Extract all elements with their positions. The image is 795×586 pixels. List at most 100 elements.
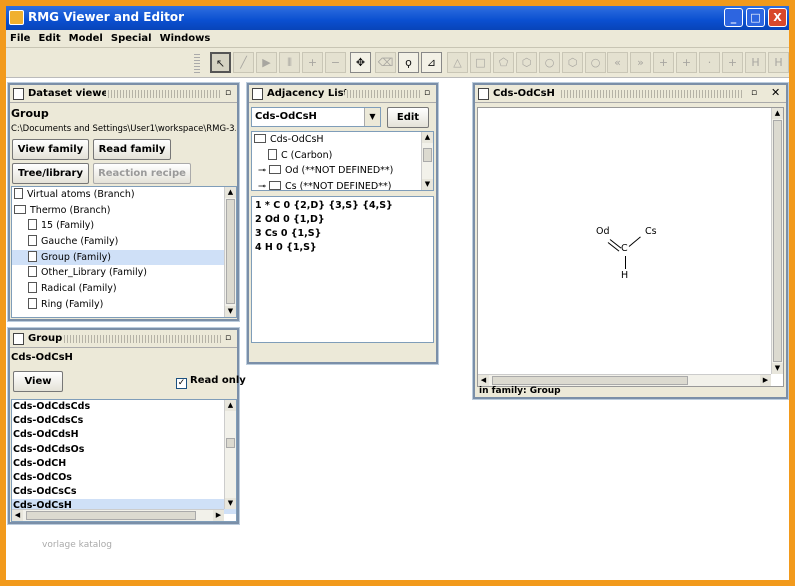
scroll-down-icon[interactable]: ▼ bbox=[225, 306, 236, 317]
tree-node[interactable]: Virtual atoms (Branch) bbox=[12, 187, 236, 203]
molecule-combo[interactable]: Cds-OdCsH ▼ bbox=[251, 107, 381, 127]
tree-node-label: Thermo (Branch) bbox=[30, 204, 111, 216]
read-only-checkbox[interactable]: ✓ Read only bbox=[176, 375, 246, 389]
maximize-button[interactable]: □ bbox=[746, 8, 765, 27]
scroll-up-icon[interactable]: ▲ bbox=[225, 187, 236, 198]
measure-icon[interactable]: ⊿ bbox=[421, 52, 442, 73]
read-family-button[interactable]: Read family bbox=[93, 139, 171, 160]
tree-node[interactable]: Gauche (Family) bbox=[12, 234, 236, 250]
arrow-left-icon[interactable]: « bbox=[607, 52, 628, 73]
toolbar-grip[interactable] bbox=[194, 52, 200, 74]
pencil-icon[interactable]: ╱ bbox=[233, 52, 254, 73]
circle-icon[interactable]: ○ bbox=[539, 52, 560, 73]
list-item[interactable]: Cds-OdCH bbox=[12, 457, 236, 471]
minus-charge-icon[interactable]: + bbox=[676, 52, 697, 73]
atom-tree-scrollbar[interactable]: ▲ ▼ bbox=[421, 132, 433, 190]
chevron-down-icon[interactable]: ▼ bbox=[364, 108, 380, 126]
select-arrow-icon[interactable]: ↖ bbox=[210, 52, 231, 73]
title-bar[interactable]: RMG Viewer and Editor _ □ X bbox=[6, 6, 789, 30]
hexagon-icon[interactable]: ⬡ bbox=[516, 52, 537, 73]
scroll-down-icon[interactable]: ▼ bbox=[422, 179, 433, 190]
plus-icon[interactable]: + bbox=[302, 52, 323, 73]
tree-library-button[interactable]: Tree/library bbox=[12, 163, 89, 184]
ring-icon[interactable]: ⦀ bbox=[279, 52, 300, 73]
move-icon[interactable]: ✥ bbox=[350, 52, 371, 73]
restore-icon[interactable]: ▫ bbox=[424, 87, 430, 99]
expand-key-icon[interactable]: ⊸ bbox=[258, 181, 269, 190]
scroll-thumb[interactable] bbox=[226, 438, 235, 448]
list-item[interactable]: Cds-OdCdsCs bbox=[12, 414, 236, 428]
restore-icon[interactable]: ▫ bbox=[225, 332, 231, 344]
tree-node[interactable]: ⊸ Od (**NOT DEFINED**) bbox=[252, 163, 433, 179]
eraser-icon[interactable]: ⌫ bbox=[375, 52, 396, 73]
tree-node[interactable]: Cds-OdCsH bbox=[252, 132, 433, 148]
list-item[interactable]: Cds-OdCdsOs bbox=[12, 443, 236, 457]
close-icon[interactable]: ✕ bbox=[771, 87, 780, 99]
menu-model[interactable]: Model bbox=[65, 30, 107, 44]
group-list-hscroll[interactable]: ◀ ▶ bbox=[12, 509, 224, 521]
expand-key-icon[interactable]: ⊸ bbox=[258, 165, 269, 176]
scroll-thumb[interactable] bbox=[492, 376, 688, 385]
menu-special[interactable]: Special bbox=[107, 30, 156, 44]
close-button[interactable]: X bbox=[768, 8, 787, 27]
menu-windows[interactable]: Windows bbox=[156, 30, 215, 44]
dataset-viewer-titlebar[interactable]: Dataset viewer ▫ bbox=[10, 85, 237, 103]
structure-viewer-panel: Cds-OdCsH ▫ ✕ Od Cs C H ▲ ▼ ◀ ▶ in famil… bbox=[473, 83, 788, 399]
list-item[interactable]: Cds-OdCdsCds bbox=[12, 400, 236, 414]
group-titlebar[interactable]: Group ▫ bbox=[10, 330, 237, 348]
scroll-up-icon[interactable]: ▲ bbox=[772, 108, 783, 119]
h-icon[interactable]: H bbox=[745, 52, 766, 73]
structure-canvas[interactable]: Od Cs C H ▲ ▼ ◀ ▶ bbox=[477, 107, 784, 387]
scroll-thumb[interactable] bbox=[423, 148, 432, 162]
ring-8-icon[interactable]: + bbox=[722, 52, 743, 73]
family-tree-scrollbar[interactable]: ▲ ▼ bbox=[224, 187, 236, 317]
canvas-vscroll[interactable]: ▲ ▼ bbox=[771, 108, 783, 374]
scroll-left-icon[interactable]: ◀ bbox=[12, 510, 23, 521]
tree-node[interactable]: Thermo (Branch) bbox=[12, 203, 236, 219]
tree-node[interactable]: C (Carbon) bbox=[252, 148, 433, 164]
plus-charge-icon[interactable]: + bbox=[653, 52, 674, 73]
scroll-down-icon[interactable]: ▼ bbox=[772, 363, 783, 374]
scroll-thumb[interactable] bbox=[26, 511, 196, 520]
scroll-right-icon[interactable]: ▶ bbox=[213, 510, 224, 521]
minimize-button[interactable]: _ bbox=[724, 8, 743, 27]
restore-icon[interactable]: ▫ bbox=[751, 87, 757, 99]
list-item[interactable]: Cds-OdCsCs bbox=[12, 485, 236, 499]
minus-icon[interactable]: − bbox=[325, 52, 346, 73]
adjacency-text[interactable]: 1 * C 0 {2,D} {3,S} {4,S} 2 Od 0 {1,D} 3… bbox=[251, 196, 434, 343]
tree-node[interactable]: Other_Library (Family) bbox=[12, 265, 236, 281]
triangle-icon[interactable]: △ bbox=[447, 52, 468, 73]
scroll-thumb[interactable] bbox=[773, 120, 782, 362]
pentagon-icon[interactable]: ⬠ bbox=[493, 52, 514, 73]
scroll-up-icon[interactable]: ▲ bbox=[225, 400, 236, 411]
radical-icon[interactable]: · bbox=[699, 52, 720, 73]
tree-node[interactable]: Group (Family) bbox=[12, 249, 236, 266]
adjacency-titlebar[interactable]: Adjacency List ▫ bbox=[249, 85, 436, 103]
group-list-vscroll[interactable]: ▲ ▼ bbox=[224, 400, 236, 509]
tree-node[interactable]: Radical (Family) bbox=[12, 281, 236, 297]
structure-titlebar[interactable]: Cds-OdCsH ▫ ✕ bbox=[475, 85, 786, 103]
scroll-down-icon[interactable]: ▼ bbox=[225, 498, 236, 509]
edit-button[interactable]: Edit bbox=[387, 107, 429, 128]
h-plus-icon[interactable]: H bbox=[768, 52, 789, 73]
arrow-right-icon[interactable]: » bbox=[630, 52, 651, 73]
ring-7-icon[interactable]: ○ bbox=[585, 52, 606, 73]
lasso-icon[interactable]: ϙ bbox=[398, 52, 419, 73]
tree-node[interactable]: 15 (Family) bbox=[12, 218, 236, 234]
list-item[interactable]: Cds-OdCOs bbox=[12, 471, 236, 485]
list-item[interactable]: Cds-OdCdsH bbox=[12, 428, 236, 442]
menu-file[interactable]: File bbox=[6, 30, 34, 44]
menu-edit[interactable]: Edit bbox=[34, 30, 64, 44]
view-button[interactable]: View bbox=[13, 371, 63, 392]
view-family-button[interactable]: View family bbox=[12, 139, 89, 160]
line-icon[interactable]: ▶ bbox=[256, 52, 277, 73]
scroll-thumb[interactable] bbox=[226, 199, 235, 304]
tree-node[interactable]: ⊸ Cs (**NOT DEFINED**) bbox=[252, 179, 433, 190]
square-icon[interactable]: □ bbox=[470, 52, 491, 73]
reaction-recipe-button[interactable]: Reaction recipe bbox=[93, 163, 191, 184]
scroll-up-icon[interactable]: ▲ bbox=[422, 132, 433, 143]
ring-6-icon[interactable]: ⬡ bbox=[562, 52, 583, 73]
check-icon[interactable]: ✓ bbox=[176, 378, 187, 389]
tree-node[interactable]: Ring (Family) bbox=[12, 297, 236, 313]
restore-icon[interactable]: ▫ bbox=[225, 87, 231, 99]
